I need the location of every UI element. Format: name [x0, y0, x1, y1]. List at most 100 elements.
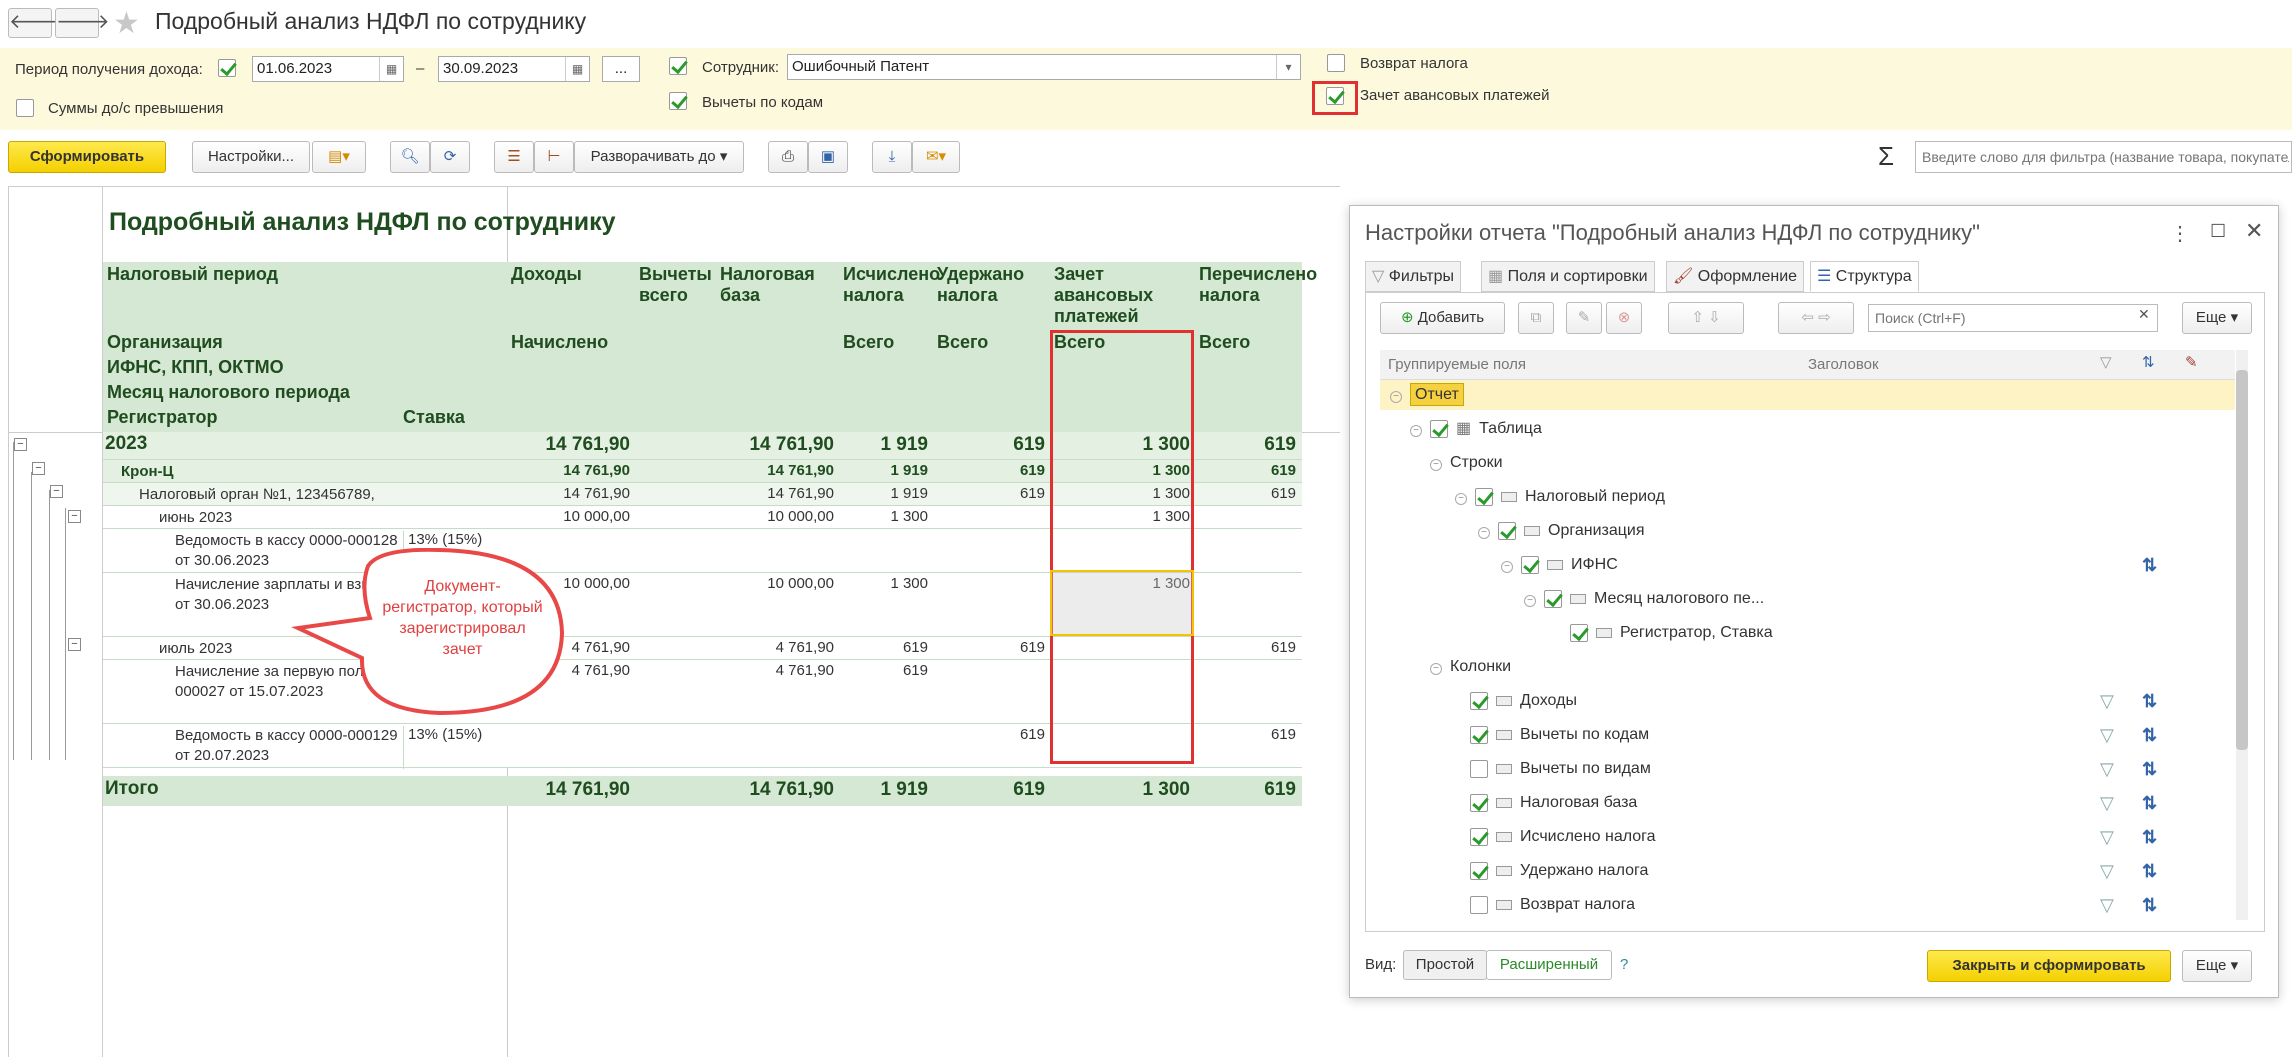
tree-node[interactable]: Возврат налога ▽ ⇅	[1380, 890, 2235, 920]
view-extended-button[interactable]: Расширенный	[1486, 950, 1612, 980]
tree-node[interactable]: − Колонки	[1380, 652, 2235, 682]
group-expand-button[interactable]: ☰	[494, 141, 534, 173]
find-button[interactable]: 🔍︎	[390, 141, 430, 173]
period-checkbox[interactable]	[218, 59, 236, 77]
sort-icon[interactable]: ⇅	[2142, 720, 2157, 750]
copy-button[interactable]: ⧉	[1518, 302, 1554, 334]
tree-node[interactable]: Удержано налога ▽ ⇅	[1380, 856, 2235, 886]
sort-icon[interactable]: ⇅	[2142, 550, 2157, 580]
date-to-field[interactable]: 30.09.2023 ▦	[438, 56, 590, 82]
collapse-icon[interactable]: −	[1478, 527, 1490, 539]
employee-field[interactable]: Ошибочный Патент ▾	[787, 54, 1301, 80]
collapse-icon[interactable]: −	[1524, 595, 1536, 607]
employee-checkbox[interactable]	[669, 57, 687, 75]
more-button[interactable]: Еще ▾	[2182, 302, 2252, 334]
view-simple-button[interactable]: Простой	[1403, 950, 1487, 980]
collapse-icon[interactable]: −	[1501, 561, 1513, 573]
tab-filters[interactable]: ▽ Фильтры	[1365, 261, 1462, 292]
close-generate-button[interactable]: Закрыть и сформировать	[1927, 950, 2171, 982]
calendar-icon[interactable]: ▦	[379, 57, 403, 81]
node-checkbox[interactable]	[1470, 861, 1488, 880]
tree-node[interactable]: − Месяц налогового пе...	[1380, 584, 2235, 614]
sum-icon[interactable]: Σ	[1878, 141, 1894, 172]
tree-scrollbar[interactable]	[2236, 350, 2248, 920]
tree-node[interactable]: Вычеты по видам ▽ ⇅	[1380, 754, 2235, 784]
node-checkbox[interactable]	[1470, 895, 1488, 914]
filter-icon[interactable]: ▽	[2100, 720, 2114, 750]
filter-icon[interactable]: ▽	[2100, 822, 2114, 852]
print-button[interactable]: ⎙	[768, 141, 808, 173]
node-checkbox[interactable]	[1470, 725, 1488, 744]
calendar-icon[interactable]: ▦	[565, 57, 589, 81]
collapse-icon[interactable]: −	[1410, 425, 1422, 437]
advance-payments-checkbox[interactable]	[1326, 87, 1344, 105]
filter-icon[interactable]: ▽	[2100, 856, 2114, 886]
node-checkbox[interactable]	[1430, 419, 1448, 438]
email-button[interactable]: ✉▾	[912, 141, 960, 173]
node-checkbox[interactable]	[1470, 759, 1488, 778]
more-actions-icon[interactable]: ⋮	[2170, 221, 2190, 246]
save-button[interactable]: ⤓	[872, 141, 912, 173]
chevron-down-icon[interactable]: ▾	[1276, 55, 1300, 79]
tree-node[interactable]: − Организация	[1380, 516, 2235, 546]
collapse-toggle[interactable]: −	[68, 638, 81, 651]
add-button[interactable]: ⊕ Добавить	[1380, 302, 1505, 334]
expand-to-button[interactable]: Разворачивать до ▾	[574, 141, 744, 173]
node-checkbox[interactable]	[1470, 691, 1488, 710]
delete-button[interactable]: ⊗	[1606, 302, 1642, 334]
sort-icon[interactable]: ⇅	[2142, 890, 2157, 920]
node-checkbox[interactable]	[1521, 555, 1539, 574]
filter-search-input[interactable]	[1915, 141, 2292, 173]
node-checkbox[interactable]	[1470, 793, 1488, 812]
maximize-icon[interactable]: ☐	[2210, 221, 2226, 242]
move-buttons[interactable]: ⇧ ⇩	[1668, 302, 1744, 334]
tab-structure[interactable]: ☰ Структура	[1810, 261, 1919, 292]
clear-search-icon[interactable]: ✕	[2138, 306, 2150, 323]
node-checkbox[interactable]	[1475, 487, 1493, 506]
sort-icon[interactable]: ⇅	[2142, 686, 2157, 716]
find-next-button[interactable]: ⟳	[430, 141, 470, 173]
settings-button[interactable]: Настройки...	[192, 141, 310, 173]
tree-node[interactable]: Регистратор, Ставка	[1380, 618, 2235, 648]
level-buttons[interactable]: ⇦ ⇨	[1778, 302, 1854, 334]
sort-icon[interactable]: ⇅	[2142, 788, 2157, 818]
tree-node[interactable]: − ИФНС ⇅	[1380, 550, 2235, 580]
tree-node[interactable]: Вычеты по кодам ▽ ⇅	[1380, 720, 2235, 750]
collapse-toggle[interactable]: −	[68, 510, 81, 523]
tree-node[interactable]: Доходы ▽ ⇅	[1380, 686, 2235, 716]
collapse-icon[interactable]: −	[1430, 459, 1442, 471]
period-select-button[interactable]: ...	[602, 56, 640, 82]
close-icon[interactable]: ✕	[2245, 218, 2263, 244]
forward-button[interactable]: 🡒	[55, 8, 110, 38]
sort-icon[interactable]: ⇅	[2142, 754, 2157, 784]
more-button-footer[interactable]: Еще ▾	[2182, 950, 2252, 982]
collapse-icon[interactable]: −	[1430, 663, 1442, 675]
node-checkbox[interactable]	[1544, 589, 1562, 608]
preview-button[interactable]: ▣	[808, 141, 848, 173]
amounts-checkbox[interactable]	[16, 99, 34, 117]
collapse-toggle[interactable]: −	[50, 485, 63, 498]
variant-button[interactable]: ▤▾	[312, 141, 366, 173]
tree-node[interactable]: − Отчет	[1380, 380, 2235, 410]
node-checkbox[interactable]	[1570, 623, 1588, 642]
filter-icon[interactable]: ▽	[2100, 686, 2114, 716]
tax-refund-checkbox[interactable]	[1327, 54, 1345, 72]
tree-node[interactable]: − Строки	[1380, 448, 2235, 478]
collapse-icon[interactable]: −	[1390, 391, 1402, 403]
help-link[interactable]: ?	[1620, 956, 1628, 973]
collapse-toggle[interactable]: −	[32, 462, 45, 475]
filter-icon[interactable]: ▽	[2100, 890, 2114, 920]
filter-icon[interactable]: ▽	[2100, 754, 2114, 784]
back-button[interactable]: 🡐	[8, 8, 63, 38]
edit-button[interactable]: ✎	[1566, 302, 1602, 334]
tree-node[interactable]: − Налоговый период	[1380, 482, 2235, 512]
collapse-icon[interactable]: −	[1455, 493, 1467, 505]
tab-fields[interactable]: ▦ Поля и сортировки	[1481, 261, 1655, 292]
sort-icon[interactable]: ⇅	[2142, 822, 2157, 852]
tab-appearance[interactable]: 🖌︎ Оформление	[1666, 261, 1805, 292]
generate-button[interactable]: Сформировать	[8, 141, 166, 173]
node-checkbox[interactable]	[1470, 827, 1488, 846]
deductions-checkbox[interactable]	[669, 92, 687, 110]
date-from-field[interactable]: 01.06.2023 ▦	[252, 56, 404, 82]
tree-node[interactable]: Налоговая база ▽ ⇅	[1380, 788, 2235, 818]
